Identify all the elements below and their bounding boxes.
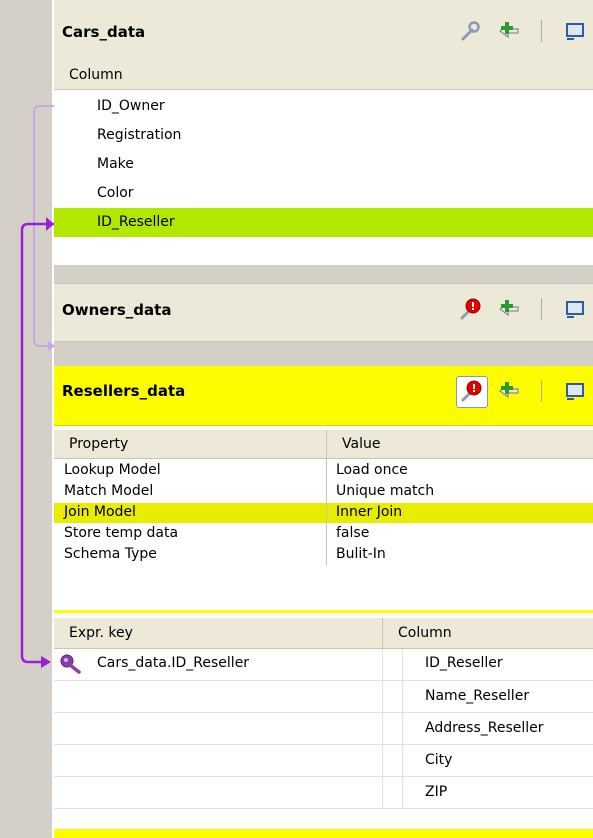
property-row-schema-type[interactable]: Schema Type Bulit-In xyxy=(54,545,593,565)
column-name: ZIP xyxy=(425,784,448,800)
minimize-icon[interactable] xyxy=(564,298,586,320)
property-row-lookup-model[interactable]: Lookup Model Load once xyxy=(54,461,593,481)
row-divider xyxy=(54,776,593,777)
error-filter-icon[interactable] xyxy=(460,380,482,402)
expr-row-id-reseller[interactable]: Cars_data.ID_Reseller ID_Reseller xyxy=(54,649,593,680)
expr-key-value[interactable]: Cars_data.ID_Reseller xyxy=(97,655,249,671)
row-divider xyxy=(54,808,593,809)
filter-button-frame[interactable] xyxy=(456,376,488,408)
wrench-icon[interactable] xyxy=(459,20,481,42)
minimize-icon[interactable] xyxy=(564,380,586,402)
resellers-data-panel: Resellers_data Property Value Lookup Mod… xyxy=(54,366,593,838)
column-name: ID_Reseller xyxy=(97,214,175,230)
toolbar-separator xyxy=(541,20,542,42)
property-value[interactable]: Bulit-In xyxy=(336,546,386,562)
expr-column-divider xyxy=(402,649,403,809)
cars-row-id-owner[interactable]: ID_Owner xyxy=(54,92,593,121)
property-name: Match Model xyxy=(64,483,154,499)
property-name: Join Model xyxy=(64,504,136,520)
property-row-store-temp-data[interactable]: Store temp data false xyxy=(54,524,593,544)
column-name: Registration xyxy=(97,127,182,143)
expr-table-header: Expr. key Column xyxy=(54,618,593,649)
row-divider xyxy=(54,744,593,745)
row-divider xyxy=(54,712,593,713)
property-header-label: Property xyxy=(69,436,129,452)
column-name: ID_Owner xyxy=(97,98,165,114)
cars-data-panel: Cars_data Column ID_Owner Registration M… xyxy=(54,0,593,265)
property-value[interactable]: Load once xyxy=(336,462,408,478)
header-divider xyxy=(382,618,383,648)
add-output-icon[interactable] xyxy=(498,298,520,320)
expr-row-address-reseller[interactable]: Address_Reseller xyxy=(54,714,593,743)
owners-title: Owners_data xyxy=(62,301,172,319)
cars-title: Cars_data xyxy=(62,23,146,41)
toolbar-separator xyxy=(541,380,542,402)
cars-row-color[interactable]: Color xyxy=(54,179,593,208)
column-name: Make xyxy=(97,156,134,172)
column-header-label: Column xyxy=(69,67,123,83)
value-header-label: Value xyxy=(342,436,381,452)
cars-title-bar: Cars_data xyxy=(54,0,593,62)
reseller-join-link xyxy=(20,222,54,664)
error-filter-icon[interactable] xyxy=(459,298,481,320)
reseller-link-start xyxy=(46,217,54,231)
minimize-icon[interactable] xyxy=(564,20,586,42)
expr-row-zip[interactable]: ZIP xyxy=(54,778,593,807)
resellers-title: Resellers_data xyxy=(62,382,186,400)
section-separator xyxy=(54,610,593,613)
toolbar-separator xyxy=(541,298,542,320)
property-value[interactable]: Inner Join xyxy=(336,504,402,520)
column-name: ID_Reseller xyxy=(425,655,503,671)
owners-data-panel: Owners_data xyxy=(54,283,593,342)
header-divider xyxy=(326,430,327,458)
cars-row-id-reseller[interactable]: ID_Reseller xyxy=(54,208,593,237)
reseller-link-arrow xyxy=(41,656,51,668)
expr-row-city[interactable]: City xyxy=(54,746,593,775)
expr-row-name-reseller[interactable]: Name_Reseller xyxy=(54,682,593,711)
cars-row-make[interactable]: Make xyxy=(54,150,593,179)
add-output-icon[interactable] xyxy=(498,380,520,402)
column-header-label: Column xyxy=(398,625,452,641)
owner-link-arrow xyxy=(48,341,55,351)
property-value[interactable]: Unique match xyxy=(336,483,434,499)
property-name: Lookup Model xyxy=(64,462,161,478)
expr-column-divider xyxy=(382,649,383,809)
property-column-divider xyxy=(326,458,327,566)
panel-bottom-bar xyxy=(54,829,593,838)
add-output-icon[interactable] xyxy=(498,20,520,42)
cars-row-registration[interactable]: Registration xyxy=(54,121,593,150)
column-name: Address_Reseller xyxy=(425,720,544,736)
column-name: City xyxy=(425,752,453,768)
column-name: Color xyxy=(97,185,134,201)
expr-key-header-label: Expr. key xyxy=(69,625,133,641)
cars-column-header: Column xyxy=(54,61,593,90)
property-name: Schema Type xyxy=(64,546,157,562)
property-row-join-model[interactable]: Join Model Inner Join xyxy=(54,503,593,523)
column-name: Name_Reseller xyxy=(425,688,530,704)
property-value[interactable]: false xyxy=(336,525,369,541)
resellers-title-bar: Resellers_data xyxy=(54,366,593,426)
row-divider xyxy=(54,680,593,681)
property-name: Store temp data xyxy=(64,525,179,541)
key-icon xyxy=(60,654,81,674)
property-table-header: Property Value xyxy=(54,430,593,459)
join-links xyxy=(20,105,55,668)
property-row-match-model[interactable]: Match Model Unique match xyxy=(54,482,593,502)
